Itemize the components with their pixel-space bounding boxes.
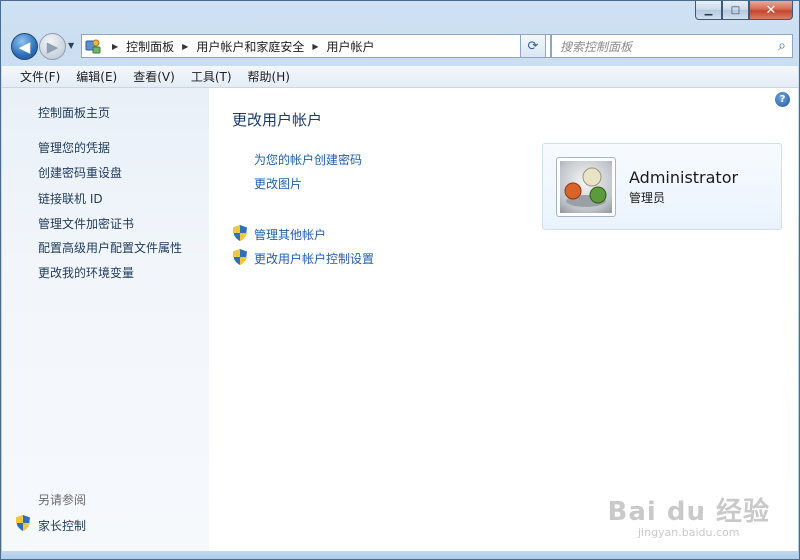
minimize-button[interactable]: ▁: [695, 1, 722, 20]
window-bottom-border: [2, 551, 798, 559]
create-password-link[interactable]: 为您的帐户创建密码: [254, 151, 362, 168]
sidebar-link-create-reset-disk[interactable]: 创建密码重设盘: [38, 164, 122, 181]
breadcrumb-separator-icon[interactable]: ▶: [112, 42, 118, 51]
uac-shield-icon: [16, 515, 30, 531]
page-title: 更改用户帐户: [232, 111, 323, 129]
change-uac-settings-link[interactable]: 更改用户帐户控制设置: [254, 250, 374, 267]
breadcrumb-separator-icon[interactable]: ▶: [182, 42, 188, 51]
menu-file[interactable]: 文件(F): [12, 68, 68, 85]
breadcrumb-user-accounts-family-safety[interactable]: 用户帐户和家庭安全: [196, 38, 304, 55]
menu-help[interactable]: 帮助(H): [240, 68, 298, 85]
caption-buttons: ▁ □ ✕: [695, 1, 793, 20]
search-icon[interactable]: ⌕: [778, 38, 786, 54]
user-account-card: Administrator 管理员: [542, 143, 782, 230]
back-button[interactable]: ◀: [11, 33, 38, 60]
recent-pages-arrow-icon[interactable]: ▼: [68, 41, 74, 50]
breadcrumb-user-accounts[interactable]: 用户帐户: [327, 38, 375, 55]
maximize-button[interactable]: □: [722, 1, 749, 20]
manage-other-accounts-link[interactable]: 管理其他帐户: [254, 226, 326, 243]
sidebar-link-online-id[interactable]: 链接联机 ID: [38, 190, 103, 207]
explorer-window: ▁ □ ✕ ◀ ▶ ▼ ▶ 控制面板 ▶ 用户帐户和家庭安全 ▶ 用户帐户 ▼ …: [0, 0, 800, 560]
menu-bar: 文件(F) 编辑(E) 查看(V) 工具(T) 帮助(H): [2, 66, 798, 88]
see-also-heading: 另请参阅: [38, 493, 87, 507]
menu-edit[interactable]: 编辑(E): [68, 68, 125, 85]
user-name: Administrator: [629, 168, 739, 187]
user-avatar[interactable]: [556, 157, 616, 217]
menu-view[interactable]: 查看(V): [125, 68, 183, 85]
sidebar-link-parental-controls[interactable]: 家长控制: [38, 517, 86, 534]
search-input[interactable]: 搜索控制面板 ⌕: [551, 34, 793, 58]
uac-shield-icon: [233, 249, 247, 265]
task-sidebar: 控制面板主页 管理您的凭据 创建密码重设盘 链接联机 ID 管理文件加密证书 配…: [2, 88, 209, 551]
refresh-button[interactable]: ⟳: [520, 34, 546, 58]
avatar-picture: [560, 161, 612, 213]
menu-tools[interactable]: 工具(T): [183, 68, 240, 85]
sidebar-link-manage-credentials[interactable]: 管理您的凭据: [38, 139, 110, 156]
watermark-logo: Bai du 经验: [607, 497, 770, 527]
breadcrumb-separator-icon[interactable]: ▶: [312, 42, 318, 51]
address-bar[interactable]: ▶ 控制面板 ▶ 用户帐户和家庭安全 ▶ 用户帐户 ▼: [81, 34, 551, 58]
baidu-watermark: Bai du 经验 jingyan.baidu.com: [608, 491, 771, 539]
change-picture-link[interactable]: 更改图片: [254, 175, 302, 192]
search-placeholder: 搜索控制面板: [560, 39, 633, 54]
user-role: 管理员: [629, 191, 666, 205]
main-content: ? 更改用户帐户 为您的帐户创建密码 更改图片 管理其他帐户 更改用户帐户控制设…: [209, 88, 798, 551]
uac-shield-icon: [233, 225, 247, 241]
navigation-bar: ◀ ▶ ▼ ▶ 控制面板 ▶ 用户帐户和家庭安全 ▶ 用户帐户 ▼ ⟳ 搜索控制…: [9, 31, 793, 63]
sidebar-link-environment-variables[interactable]: 更改我的环境变量: [38, 264, 134, 281]
breadcrumb-control-panel[interactable]: 控制面板: [126, 38, 174, 55]
chess-pieces-icon: [564, 167, 607, 207]
control-panel-icon: [82, 35, 104, 57]
forward-button[interactable]: ▶: [39, 33, 66, 60]
help-icon[interactable]: ?: [775, 92, 790, 107]
sidebar-link-encryption-certificates[interactable]: 管理文件加密证书: [38, 215, 134, 232]
sidebar-link-control-panel-home[interactable]: 控制面板主页: [38, 104, 110, 121]
sidebar-link-advanced-profile-properties[interactable]: 配置高级用户配置文件属性: [38, 239, 182, 256]
close-button[interactable]: ✕: [749, 1, 793, 20]
